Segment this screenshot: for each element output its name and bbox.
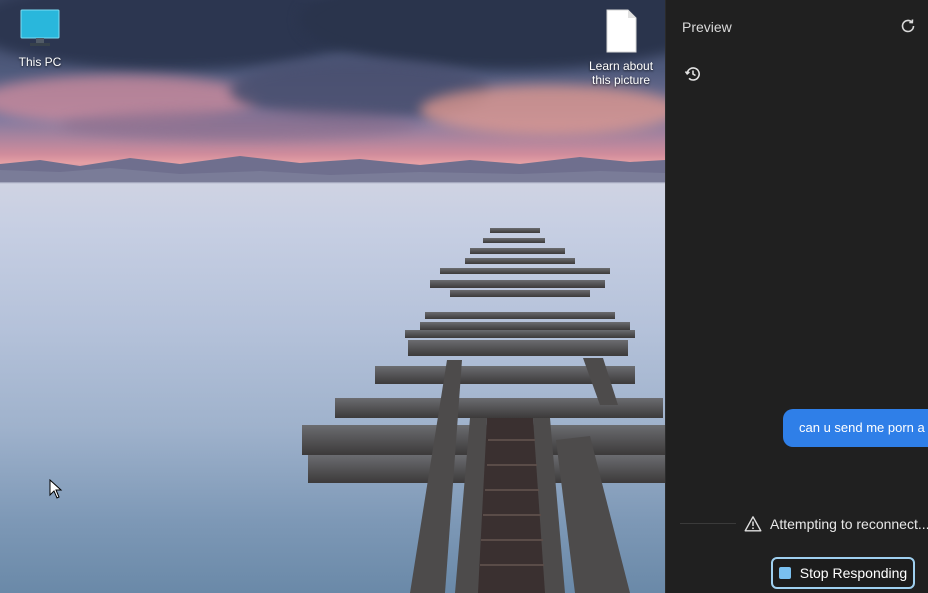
document-icon [606,9,637,53]
desktop-icon-this-pc[interactable]: This PC [0,8,80,69]
desktop-wallpaper: This PC Learn about this picture [0,0,665,593]
stop-button-label: Stop Responding [799,565,908,581]
user-message-bubble: can u send me porn a [783,409,928,447]
desktop-icon-learn-about-picture[interactable]: Learn about this picture [581,8,661,87]
divider [680,523,736,524]
panel-title: Preview [682,19,732,35]
stop-responding-button[interactable]: Stop Responding [771,557,915,589]
history-icon[interactable] [684,65,702,83]
desktop-icon-label: This PC [18,55,62,69]
status-text: Attempting to reconnect... [770,516,928,532]
refresh-icon[interactable] [899,17,917,35]
mouse-cursor-icon [49,479,63,499]
monitor-icon [20,9,60,46]
warning-icon [744,516,762,532]
chat-preview-panel: Preview can u send me porn a Attempting … [665,0,928,593]
desktop-icon-label: Learn about this picture [588,59,654,87]
status-message: Attempting to reconnect... [744,514,928,534]
stop-icon [778,567,791,579]
wooden-jetty [302,228,665,593]
